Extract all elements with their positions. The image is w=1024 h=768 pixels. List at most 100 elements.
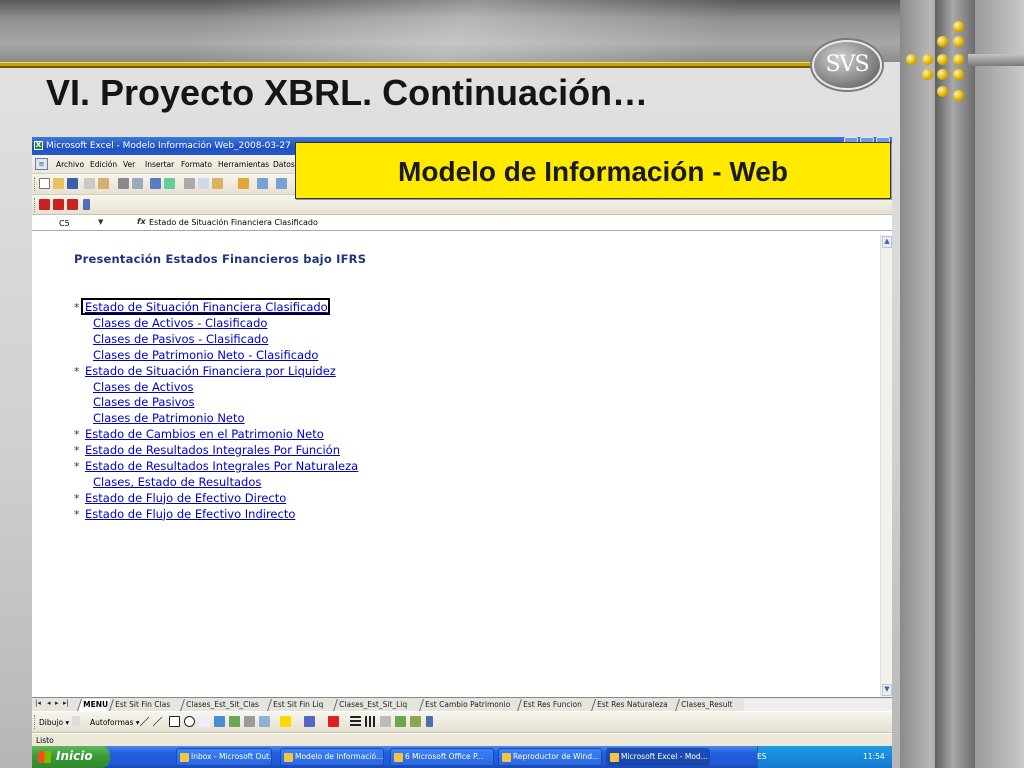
dash-style-icon[interactable] [365,716,376,727]
gold-dot [922,69,933,80]
cut-icon[interactable] [184,178,195,189]
index-link[interactable]: Clases de Pasivos [93,395,195,409]
index-link[interactable]: Clases de Pasivos - Clasificado [93,332,268,346]
index-link[interactable]: Clases de Patrimonio Neto - Clasificado [93,348,318,362]
tab-first-icon[interactable]: |◂ [35,699,41,707]
wordart-icon[interactable] [214,716,225,727]
pdf-convert-icon[interactable] [39,199,50,210]
undo-icon[interactable] [257,178,268,189]
tab-est-res-naturaleza[interactable]: Est Res Naturaleza [591,699,670,711]
arrow-icon[interactable] [153,716,162,727]
name-box-dropdown-icon[interactable]: ▼ [98,218,103,226]
research-icon[interactable] [164,178,175,189]
menu-herramientas[interactable]: Herramientas [218,160,269,169]
open-icon[interactable] [53,178,64,189]
menu-formato[interactable]: Formato [181,160,212,169]
right-decoration-bar [968,54,1024,66]
line-icon[interactable] [140,716,149,727]
tab-clases-est-sit-clas[interactable]: Clases_Est_Sit_Clas [180,699,261,711]
menu-edicion[interactable]: Edición [90,160,117,169]
paste-icon[interactable] [212,178,223,189]
tab-next-icon[interactable]: ▸ [55,699,59,707]
task-outlook[interactable]: Inbox - Microsoft Out... [176,748,272,766]
index-link[interactable]: Estado de Flujo de Efectivo Directo [85,491,286,505]
pdf-review-icon[interactable] [67,199,78,210]
picture-icon[interactable] [259,716,270,727]
mail-icon[interactable] [98,178,109,189]
tab-clases-result[interactable]: Clases_Result [675,699,735,711]
name-box[interactable]: C5 [34,217,98,229]
diagram-icon[interactable] [229,716,240,727]
index-link[interactable]: Clases, Estado de Resultados [93,475,261,489]
toolbar-grip[interactable] [34,715,36,729]
pdf-email-icon[interactable] [53,199,64,210]
new-icon[interactable] [39,178,50,189]
arrow-style-icon[interactable] [380,716,391,727]
index-link[interactable]: Estado de Resultados Integrales Por Func… [85,443,340,457]
fill-color-icon[interactable] [280,716,291,727]
clock[interactable]: 11:54 [863,752,885,761]
autoformas-menu[interactable]: Autoformas ▾ [90,718,140,727]
permission-icon[interactable] [84,178,95,189]
task-excel[interactable]: Microsoft Excel - Mod... [606,748,710,766]
shadow-style-icon[interactable] [395,716,406,727]
copy-icon[interactable] [198,178,209,189]
toolbar-options-icon[interactable] [83,199,90,210]
rectangle-icon[interactable] [169,716,180,727]
tab-est-cambio-patrimonio[interactable]: Est Cambio Patrimonio [419,699,513,711]
index-link[interactable]: Estado de Flujo de Efectivo Indirecto [85,507,295,521]
toolbar-options-icon[interactable] [426,716,433,727]
index-link[interactable]: Estado de Situación Financiera por Liqui… [85,364,336,378]
index-link[interactable]: Clases de Activos - Clasificado [93,316,267,330]
index-link[interactable]: Estado de Situación Financiera Clasifica… [85,300,328,314]
tab-est-sit-fin-liq[interactable]: Est Sit Fin Liq [267,699,326,711]
redo-icon[interactable] [276,178,287,189]
spelling-icon[interactable] [150,178,161,189]
tab-est-sit-fin-clas[interactable]: Est Sit Fin Clas [109,699,172,711]
save-icon[interactable] [67,178,78,189]
tab-prev-icon[interactable]: ◂ [47,699,51,707]
task-office-group[interactable]: 6 Microsoft Office P... [390,748,494,766]
scroll-down-icon[interactable]: ▼ [882,684,892,696]
worksheet[interactable]: Presentación Estados Financieros bajo IF… [32,232,880,697]
gold-dot [953,54,964,65]
select-objects-icon[interactable] [72,716,80,727]
oval-icon[interactable] [184,716,195,727]
workbook-icon[interactable]: ≡ [35,158,48,170]
task-modelo-informacion[interactable]: Modelo de Informació... [280,748,384,766]
line-color-icon[interactable] [304,716,315,727]
menu-insertar[interactable]: Insertar [145,160,174,169]
textbox-icon[interactable] [199,716,210,727]
toolbar-grip[interactable] [34,198,36,212]
tab-last-icon[interactable]: ▸| [63,699,69,707]
index-link[interactable]: Estado de Resultados Integrales Por Natu… [85,459,358,473]
font-color-icon[interactable] [328,716,339,727]
horizontal-scrollbar[interactable] [744,699,892,711]
print-preview-icon[interactable] [132,178,143,189]
scroll-up-icon[interactable]: ▲ [882,236,892,248]
language-indicator[interactable]: ES [757,752,767,761]
toolbar-grip[interactable] [34,177,36,191]
tab-clases-est-sit-liq[interactable]: Clases_Est_Sit_Liq [333,699,409,711]
menu-datos[interactable]: Datos [273,160,295,169]
vertical-scrollbar[interactable]: ▲ ▼ [880,235,892,699]
dibujo-menu[interactable]: Dibujo ▾ [39,718,69,727]
print-icon[interactable] [118,178,129,189]
tab-est-res-funcion[interactable]: Est Res Funcion [517,699,584,711]
tab-menu[interactable]: MENU [77,699,110,711]
callout-banner: Modelo de Información - Web [295,142,891,199]
menu-archivo[interactable]: Archivo [56,160,84,169]
index-link[interactable]: Estado de Cambios en el Patrimonio Neto [85,427,324,441]
3d-style-icon[interactable] [410,716,421,727]
format-painter-icon[interactable] [238,178,249,189]
excel-app-icon[interactable]: X [34,141,43,150]
index-link[interactable]: Clases de Patrimonio Neto [93,411,245,425]
formula-input[interactable]: Estado de Situación Financiera Clasifica… [149,218,318,227]
menu-ver[interactable]: Ver [123,160,135,169]
clipart-icon[interactable] [244,716,255,727]
fx-icon[interactable]: fx [137,217,146,226]
start-button[interactable]: Inicio [32,746,110,768]
index-link[interactable]: Clases de Activos [93,380,194,394]
task-media-player[interactable]: Reproductor de Wind... [498,748,602,766]
line-style-icon[interactable] [350,716,361,727]
